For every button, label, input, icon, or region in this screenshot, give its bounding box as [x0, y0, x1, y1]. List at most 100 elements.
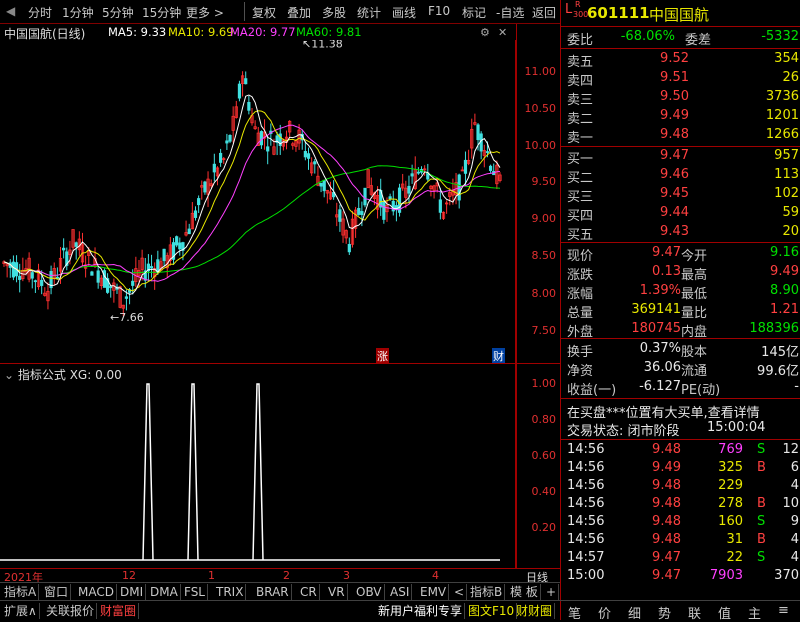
quote-panel: L R 300 601111 中国国航 委比 -68.06% 委差 -5332 … [560, 0, 800, 620]
indicator-tab[interactable]: CR [298, 584, 320, 600]
indicator-tab[interactable]: 模 板 [508, 584, 541, 600]
ma60-label: MA60: 9.81 [296, 25, 362, 39]
candle [43, 287, 47, 297]
f10-tab[interactable]: 图文F10 [466, 603, 518, 619]
cai-marker[interactable]: 财 [492, 348, 505, 364]
candle [184, 220, 188, 237]
toolbar-stats[interactable]: 统计 [357, 4, 381, 21]
bid-row[interactable]: 买三 9.45 102 [567, 186, 799, 205]
indicator-tab[interactable]: MACD [76, 584, 117, 600]
ask-row[interactable]: 卖三 9.50 3736 [567, 89, 799, 108]
bottom-tab[interactable]: 价 [598, 603, 611, 622]
indicator-tab[interactable]: FSL [182, 584, 208, 600]
settings-icon[interactable]: ⚙ [480, 26, 490, 39]
expand-button[interactable]: 扩展∧ [2, 603, 40, 619]
toolbar-fuquan[interactable]: 复权 [252, 4, 276, 21]
toolbar-more[interactable]: 更多 > [186, 4, 224, 21]
level-label: 买五 [567, 228, 594, 243]
candle [99, 275, 103, 290]
bottom-tab[interactable]: 值 [718, 603, 731, 622]
arrow-icon[interactable]: ◀ [6, 4, 15, 18]
toolbar-5min[interactable]: 5分钟 [102, 4, 134, 21]
ask-row[interactable]: 卖四 9.51 26 [567, 70, 799, 89]
level-label: 卖四 [567, 74, 594, 89]
candle [253, 120, 257, 130]
ask-row[interactable]: 卖五 9.52 354 [567, 51, 799, 70]
candle [65, 247, 69, 271]
level-volume: 102 [774, 186, 799, 201]
indicator-tab[interactable]: BRAR [254, 584, 292, 600]
toolbar-back[interactable]: 返回 [532, 4, 556, 21]
indicator-chart[interactable] [0, 364, 516, 568]
bottom-tab[interactable]: ≡ [778, 603, 789, 618]
indicator-tab[interactable]: < [452, 584, 468, 600]
indicator-tick: 1.00 [531, 377, 557, 390]
candle [482, 144, 486, 168]
related-quote-tab[interactable]: 关联报价 [44, 603, 98, 619]
candle [5, 263, 9, 278]
candle [240, 71, 245, 97]
price-tick: 10.00 [524, 139, 557, 152]
indicator-tab[interactable]: OBV [354, 584, 385, 600]
level-label: 买四 [567, 209, 594, 224]
kline-chart[interactable]: ↖11.38 ←7.66 [0, 38, 516, 363]
indicator-tab[interactable]: 指标A [2, 584, 40, 600]
indicator-tab[interactable]: 窗口 [42, 584, 72, 600]
bid-row[interactable]: 买四 9.44 59 [567, 205, 799, 224]
ask-row[interactable]: 卖二 9.49 1201 [567, 108, 799, 127]
candle [319, 182, 323, 193]
ma20-label: MA20: 9.77 [230, 25, 296, 39]
level-volume: 957 [774, 148, 799, 163]
toolbar-watchlist[interactable]: -自选 [496, 4, 524, 21]
indicator-tab[interactable]: 指标B [468, 584, 506, 600]
candle [473, 113, 477, 126]
toolbar-15min[interactable]: 15分钟 [142, 4, 181, 21]
indicator-tab[interactable]: DMI [118, 584, 147, 600]
toolbar-timeshare[interactable]: 分时 [28, 4, 52, 21]
new-user-tab[interactable]: 新用户福利专享 [376, 603, 466, 619]
stat-row: 总量 369141 量比 1.21 [567, 302, 799, 321]
candle [80, 232, 85, 266]
close-icon[interactable]: ✕ [498, 26, 507, 39]
bottom-tab[interactable]: 笔 [568, 603, 581, 622]
bid-row[interactable]: 买五 9.43 20 [567, 224, 799, 243]
wealth-circle-tab[interactable]: 财富圈 [98, 603, 140, 619]
bottom-tab[interactable]: 细 [628, 603, 641, 622]
big-order-notice[interactable]: 在买盘***位置有大买单,查看详情 [567, 402, 799, 421]
candle [46, 282, 50, 310]
bid-row[interactable]: 买一 9.47 957 [567, 148, 799, 167]
toolbar-mark[interactable]: 标记 [462, 4, 486, 21]
indicator-tick: 0.80 [531, 413, 557, 426]
date-tick: 1 [208, 569, 215, 582]
ask-row[interactable]: 卖一 9.48 1266 [567, 127, 799, 146]
toolbar-multistock[interactable]: 多股 [322, 4, 346, 21]
indicator-tab[interactable]: ASI [388, 584, 413, 600]
indicator-tab[interactable]: TRIX [214, 584, 247, 600]
bottom-tab[interactable]: 主 [748, 603, 761, 622]
toolbar-1min[interactable]: 1分钟 [62, 4, 94, 21]
candle [397, 183, 402, 217]
indicator-tab[interactable]: VR [326, 584, 348, 600]
level-label: 买一 [567, 152, 594, 167]
bottom-tab[interactable]: 联 [688, 603, 701, 622]
badge-num: 300 [573, 10, 589, 19]
tick-row: 15:00 9.47 7903 370 [567, 568, 799, 583]
toolbar-f10[interactable]: F10 [428, 4, 450, 18]
zhang-marker[interactable]: 涨 [376, 348, 389, 364]
candle [247, 96, 251, 115]
indicator-svg [0, 383, 500, 561]
candle [269, 123, 273, 146]
candle [52, 262, 56, 285]
bottom-tab[interactable]: 势 [658, 603, 671, 622]
level-price: 9.49 [660, 108, 689, 123]
toolbar-overlay[interactable]: 叠加 [287, 4, 311, 21]
candle [234, 100, 238, 119]
toolbar-draw[interactable]: 画线 [392, 4, 416, 21]
indicator-tab[interactable]: EMV [418, 584, 450, 600]
indicator-tab[interactable]: + [544, 584, 560, 600]
candle [212, 153, 216, 182]
fundamental-row: 换手 0.37% 股本 145亿 [567, 341, 799, 360]
bid-row[interactable]: 买二 9.46 113 [567, 167, 799, 186]
side-tab[interactable]: 财财圈 [514, 603, 556, 619]
indicator-tab[interactable]: DMA [148, 584, 181, 600]
